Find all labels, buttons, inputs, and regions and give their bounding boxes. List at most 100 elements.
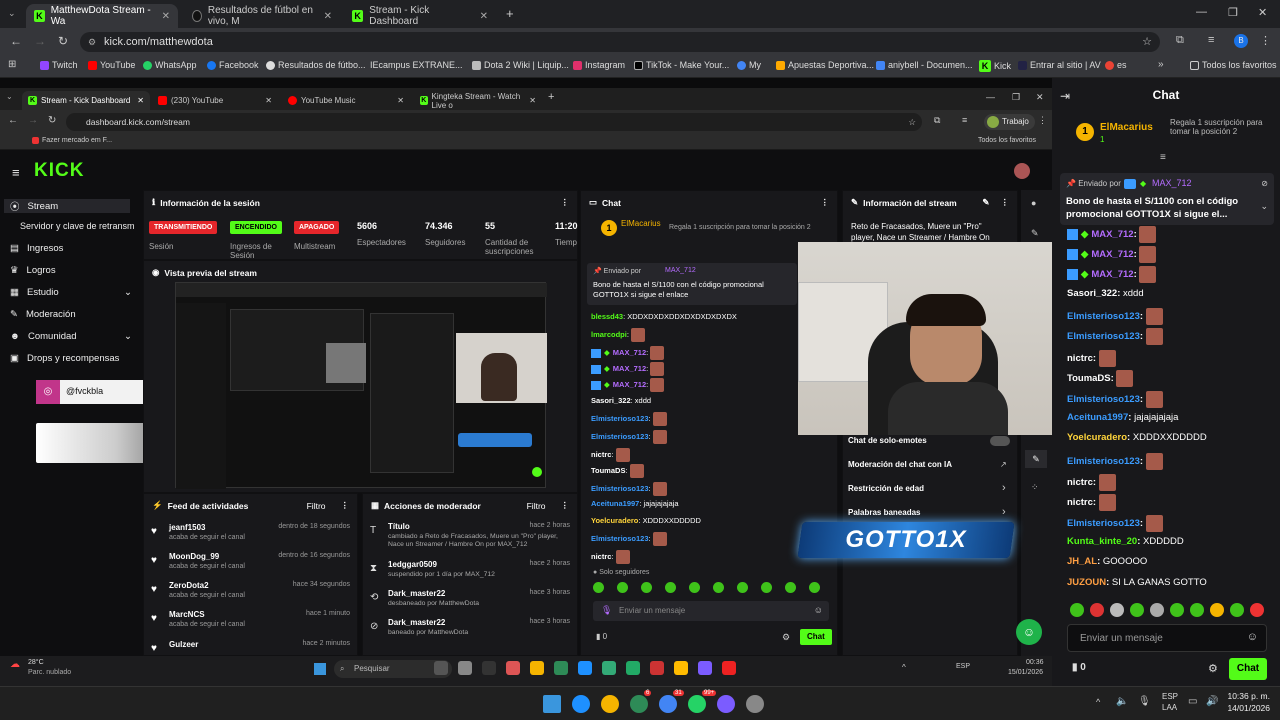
nav-stream[interactable]: ⦿ Stream	[4, 199, 130, 213]
filter-button[interactable]: Filtro	[307, 501, 326, 511]
toggle-switch[interactable]	[990, 436, 1010, 446]
tray-chevron-icon[interactable]: ^	[1096, 697, 1100, 707]
pencil-icon[interactable]: ✎	[1031, 228, 1039, 239]
taskbar-app-icon[interactable]	[650, 661, 664, 675]
chevron-right-icon[interactable]: ›	[1002, 506, 1006, 518]
emote-option[interactable]	[1130, 603, 1144, 617]
chevron-down-icon[interactable]: ⌄	[1260, 201, 1268, 212]
chevron-right-icon[interactable]: ›	[1002, 482, 1006, 494]
windows-start-icon[interactable]	[314, 663, 326, 675]
pencil-icon[interactable]: ✎	[982, 197, 989, 208]
tray-layout[interactable]: LAA	[1162, 703, 1177, 712]
chat-username[interactable]: Elmisterioso123	[591, 534, 649, 543]
emote-option[interactable]	[1230, 603, 1244, 617]
gifter-name[interactable]: ElMacarius	[1100, 122, 1153, 133]
emote-option[interactable]	[1150, 603, 1164, 617]
inner-tab-3[interactable]: YouTube Music ✕	[282, 91, 410, 110]
emote-option[interactable]	[1190, 603, 1204, 617]
chat-username[interactable]: nictrc	[1067, 497, 1093, 508]
close-window-button[interactable]: ✕	[1258, 6, 1267, 19]
back-icon[interactable]: ←	[10, 34, 22, 48]
feed-user[interactable]: jeanf1503	[169, 523, 205, 532]
media-icon[interactable]: ≡	[1208, 34, 1214, 46]
emote-option[interactable]	[641, 582, 652, 593]
apps-icon[interactable]: ⁘	[1031, 482, 1039, 493]
taskbar-app-icon[interactable]	[554, 661, 568, 675]
kick-logo[interactable]: KICK	[34, 160, 84, 182]
tray-chevron-icon[interactable]: ^	[902, 663, 906, 672]
gear-icon[interactable]: ⚙	[1208, 662, 1218, 675]
all-favorites[interactable]: Todos los favoritos	[978, 137, 1036, 144]
emote-option[interactable]	[761, 582, 772, 593]
star-icon[interactable]: ☆	[908, 113, 916, 131]
external-icon[interactable]: ↗	[1000, 460, 1007, 469]
maximize-button[interactable]: ❐	[1228, 6, 1238, 19]
more-icon[interactable]: ⋮	[1001, 197, 1010, 208]
chat-username[interactable]: nictrc	[591, 552, 611, 561]
chat-send-button[interactable]: Chat	[1229, 658, 1267, 680]
profile-avatar[interactable]: B	[1234, 34, 1248, 48]
status-badge-on[interactable]: ENCENDIDO	[230, 221, 283, 234]
tab-search-icon[interactable]: ⌄	[8, 8, 16, 19]
filter-icon[interactable]: ≡	[1160, 152, 1166, 163]
bookmark-youtube[interactable]: YouTube	[88, 60, 135, 70]
mod-title[interactable]: Dark_master22	[388, 589, 445, 598]
nav-income[interactable]: ▤ Ingresos	[10, 243, 63, 254]
emote-option[interactable]	[785, 582, 796, 593]
emote-option[interactable]	[737, 582, 748, 593]
outer-tab-2[interactable]: Resultados de fútbol en vivo, M ✕	[184, 4, 340, 28]
monitor-icon[interactable]: ▭	[1188, 696, 1197, 707]
taskbar-app-icon[interactable]	[601, 695, 619, 713]
mic-icon[interactable]: 🎙	[1138, 696, 1151, 707]
reload-icon[interactable]: ↻	[58, 34, 68, 48]
close-icon[interactable]: ✕	[265, 96, 272, 105]
volume-icon[interactable]: 🔊	[1206, 696, 1218, 707]
chat-username[interactable]: blessd43	[591, 312, 623, 321]
chat-username[interactable]: Sasori_322	[591, 396, 631, 405]
bookmark-resultados[interactable]: Resultados de fútbo...	[266, 60, 366, 70]
taskbar-app-icon[interactable]	[630, 695, 648, 713]
bookmark-whatsapp[interactable]: WhatsApp	[143, 60, 197, 70]
bookmark-es[interactable]: es	[1105, 60, 1127, 70]
tab-search-icon[interactable]: ⌄	[6, 92, 13, 101]
more-icon[interactable]: ⋮	[821, 197, 830, 208]
chat-username[interactable]: MAX_712	[613, 348, 646, 357]
url-input[interactable]: dashboard.kick.com/stream ☆	[66, 113, 922, 131]
chat-username[interactable]: Elmisterioso123	[591, 484, 649, 493]
taskbar-app-icon[interactable]	[746, 695, 764, 713]
nav-server-key[interactable]: Servidor y clave de retransm	[20, 221, 135, 231]
forward-icon[interactable]: →	[34, 34, 46, 48]
outer-tab-3[interactable]: K Stream - Kick Dashboard ✕	[344, 4, 496, 28]
taskbar-app-icon[interactable]	[722, 661, 736, 675]
taskbar-app-icon[interactable]	[674, 661, 688, 675]
taskbar-app-icon[interactable]	[602, 661, 616, 675]
bookmark-iecampus[interactable]: IEcampus EXTRANE...	[370, 60, 463, 70]
pinned-message[interactable]: 📌 Enviado por MAX_712 Bono de hasta el S…	[587, 263, 797, 305]
speaker-icon[interactable]: 🔈	[1116, 696, 1128, 707]
chat-username[interactable]: MAX_712	[613, 364, 646, 373]
chat-username[interactable]: nictrc	[1067, 477, 1093, 488]
chat-username[interactable]: MAX_712	[613, 380, 646, 389]
mod-title[interactable]: 1edggar0509	[388, 560, 437, 569]
tray-lang[interactable]: ESP	[956, 663, 970, 670]
back-icon[interactable]: ←	[8, 115, 18, 126]
taskbar-app-icon[interactable]	[717, 695, 735, 713]
gifter-name[interactable]: ElMacarius	[621, 219, 661, 228]
clock-time[interactable]: 10:36 p. m.	[1226, 691, 1270, 701]
wrench-icon[interactable]: ✎	[1025, 450, 1047, 468]
chat-username[interactable]: Aceituna1997	[591, 499, 639, 508]
inner-tab-2[interactable]: (230) YouTube ✕	[152, 91, 278, 110]
user-avatar[interactable]	[1014, 163, 1030, 179]
info-icon[interactable]: ●	[1031, 198, 1036, 208]
chat-input[interactable]: 🎙 Enviar un mensaje ☺	[593, 601, 829, 621]
chat-username[interactable]: Elmisterioso123	[1067, 311, 1140, 322]
menu-icon[interactable]: ⋮	[1038, 115, 1047, 126]
chat-username[interactable]: Yoelcuradero	[1067, 432, 1127, 443]
more-icon[interactable]: ⋮	[341, 500, 350, 511]
close-icon[interactable]: ✕	[162, 11, 170, 22]
taskbar-app-icon[interactable]	[530, 661, 544, 675]
nav-moderation[interactable]: ✎ Moderación	[10, 309, 76, 320]
taskbar-app-icon[interactable]	[506, 661, 520, 675]
media-icon[interactable]: ≡	[962, 115, 967, 125]
chat-username[interactable]: Sasori_322	[1067, 288, 1117, 299]
